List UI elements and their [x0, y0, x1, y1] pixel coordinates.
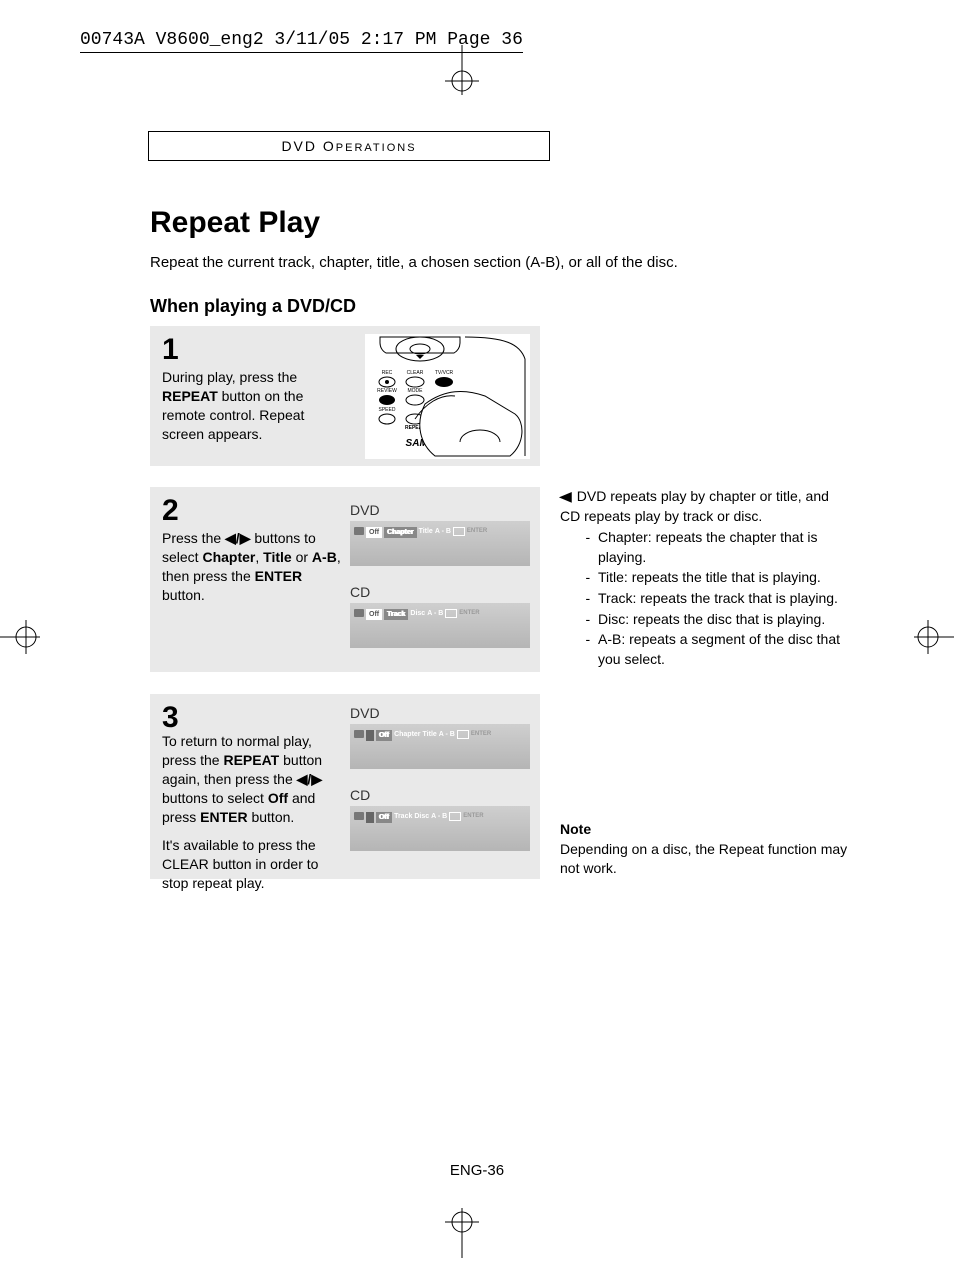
registration-mark-bottom	[445, 1208, 479, 1258]
step-2-text: Press the ◀/▶ buttons to select Chapter,…	[162, 529, 342, 605]
enter-icon	[453, 527, 465, 536]
registration-mark-right	[914, 620, 954, 654]
repeat-icon	[354, 730, 364, 738]
step-2: 2 Press the ◀/▶ buttons to select Chapte…	[150, 487, 540, 672]
osd-chapter: Chapter	[394, 730, 420, 739]
repeat-icon	[354, 527, 364, 535]
left-arrow-icon: ◀	[559, 487, 572, 507]
page-number: ENG-36	[0, 1162, 954, 1179]
side-list: Chapter: repeats the chapter that is pla…	[582, 528, 850, 669]
step-3: 3 To return to normal play, press the RE…	[150, 694, 540, 879]
enter-icon	[457, 730, 469, 739]
osd-enter: ENTER	[471, 730, 491, 738]
osd-label-cd: CD	[350, 786, 370, 805]
text: ,	[255, 549, 263, 565]
step-1: 1 During play, press the REPEAT button o…	[150, 326, 540, 466]
osd-label-dvd: DVD	[350, 704, 380, 723]
remote-illustration: REC CLEAR TV/VCR REVIEW MODE SPEED REPEA…	[365, 334, 530, 459]
osd-ab: A - B	[435, 527, 451, 536]
osd-sel-marker	[366, 812, 374, 823]
osd-ab: A - B	[439, 730, 455, 739]
osd-ab: A - B	[431, 812, 447, 821]
osd-dvd-3: Off Chapter Title A - B ENTER	[350, 724, 530, 769]
step-1-text: During play, press the REPEAT button on …	[162, 368, 342, 444]
osd-cd-3: Off Track Disc A - B ENTER	[350, 806, 530, 851]
osd-sel-marker	[366, 730, 374, 741]
label-tvvcr: TV/VCR	[435, 370, 454, 376]
osd-off: Off	[376, 812, 392, 823]
osd-enter: ENTER	[467, 527, 487, 535]
osd-off: Off	[376, 730, 392, 741]
osd-cd: Off Track Disc A - B ENTER	[350, 603, 530, 648]
registration-mark-left	[0, 620, 40, 654]
enter-icon	[445, 609, 457, 618]
text-bold: A-B	[312, 549, 337, 565]
osd-title: Title	[423, 730, 437, 739]
left-right-icon: ◀/▶	[297, 771, 322, 787]
note-body: Depending on a disc, the Repeat function…	[560, 840, 850, 879]
label-rec: REC	[382, 370, 393, 376]
text-bold: REPEAT	[223, 752, 279, 768]
step-3-text: To return to normal play, press the REPE…	[162, 732, 342, 893]
side-item: Chapter: repeats the chapter that is pla…	[598, 528, 850, 567]
text: or	[292, 549, 312, 565]
label-speed: SPEED	[379, 407, 396, 413]
note-heading: Note	[560, 820, 850, 840]
side-intro: DVD repeats play by chapter or title, an…	[560, 488, 829, 524]
text: button.	[248, 809, 295, 825]
text-bold: REPEAT	[162, 388, 218, 404]
subheading: When playing a DVD/CD	[150, 296, 356, 317]
registration-mark-top	[445, 45, 479, 95]
osd-label-cd: CD	[350, 583, 370, 602]
osd-disc: Disc	[414, 812, 429, 821]
osd-chapter: Chapter	[384, 527, 416, 538]
text: buttons to select	[162, 790, 268, 806]
osd-off: Off	[366, 609, 382, 620]
section-header-text: DVD OPERATIONS	[281, 138, 416, 154]
osd-off: Off	[366, 527, 382, 538]
osd-disc: Disc	[410, 609, 425, 618]
text-bold: Chapter	[202, 549, 255, 565]
repeat-icon	[354, 812, 364, 820]
label-clear: CLEAR	[407, 370, 424, 376]
text: button.	[162, 587, 205, 603]
enter-icon	[449, 812, 461, 821]
osd-enter: ENTER	[463, 812, 483, 820]
label-mode: MODE	[408, 388, 424, 394]
osd-dvd: Off Chapter Title A - B ENTER	[350, 521, 530, 566]
text-bold: Title	[263, 549, 292, 565]
step-number: 1	[162, 330, 179, 371]
step-number: 2	[162, 491, 179, 532]
text: During play, press the	[162, 369, 297, 385]
side-note: ◀DVD repeats play by chapter or title, a…	[560, 487, 850, 670]
side-item: Title: repeats the title that is playing…	[598, 568, 850, 588]
side-item: A-B: repeats a segment of the disc that …	[598, 630, 850, 669]
page-subtitle: Repeat the current track, chapter, title…	[150, 254, 678, 271]
osd-track: Track	[384, 609, 408, 620]
section-header: DVD OPERATIONS DVD OPERATIONS	[148, 131, 550, 161]
text-bold: ENTER	[200, 809, 247, 825]
osd-label-dvd: DVD	[350, 501, 380, 520]
osd-ab: A - B	[427, 609, 443, 618]
repeat-icon	[354, 609, 364, 617]
side-item: Track: repeats the track that is playing…	[598, 589, 850, 609]
page-title: Repeat Play	[150, 206, 320, 240]
text-bold: ENTER	[255, 568, 302, 584]
label-review: REVIEW	[377, 388, 397, 394]
text-bold: Off	[268, 790, 288, 806]
osd-title: Title	[419, 527, 433, 536]
step-3-extra: It's available to press the CLEAR button…	[162, 837, 318, 891]
osd-track: Track	[394, 812, 412, 821]
osd-enter: ENTER	[459, 609, 479, 617]
left-right-icon: ◀/▶	[225, 530, 250, 546]
note-block: Note Depending on a disc, the Repeat fun…	[560, 820, 850, 879]
text: Press the	[162, 530, 225, 546]
side-item: Disc: repeats the disc that is playing.	[598, 610, 850, 630]
